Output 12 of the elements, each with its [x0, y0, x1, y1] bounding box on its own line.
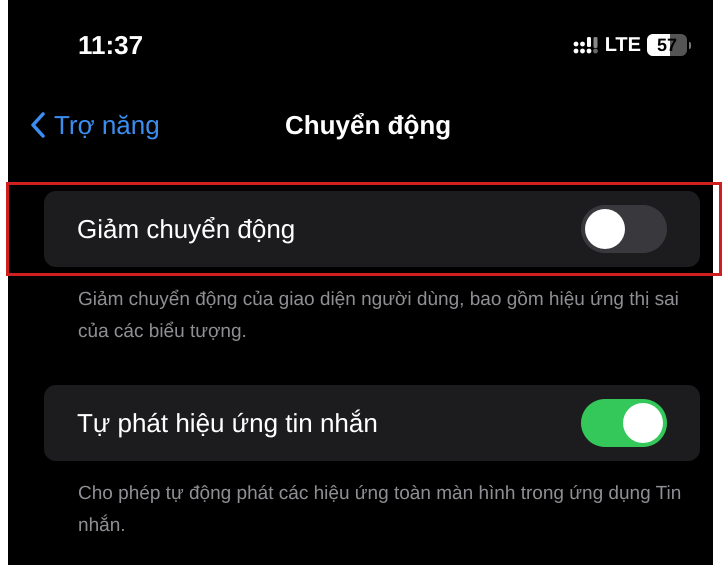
back-button[interactable]: Trợ năng — [8, 106, 160, 144]
signal-icon — [572, 35, 599, 55]
chevron-left-icon — [30, 112, 46, 138]
toggle-switch[interactable] — [581, 399, 667, 447]
page-title: Chuyển động — [285, 108, 452, 142]
setting-description: Cho phép tự động phát các hiệu ứng toàn màn hình trong ứng dụng Tin nhắn. — [77, 482, 682, 538]
setting-label: Tự phát hiệu ứng tin nhắn — [77, 406, 378, 440]
network-label: LTE — [604, 33, 641, 58]
toggle-switch[interactable] — [581, 205, 667, 253]
setting-description: Giảm chuyển động của giao diện người dùng, bao gồm hiệu ứng thị sai của các biểu tượng. — [77, 288, 680, 344]
clock-time: 11:37 — [78, 28, 144, 62]
setting-label: Giảm chuyển động — [77, 212, 296, 246]
